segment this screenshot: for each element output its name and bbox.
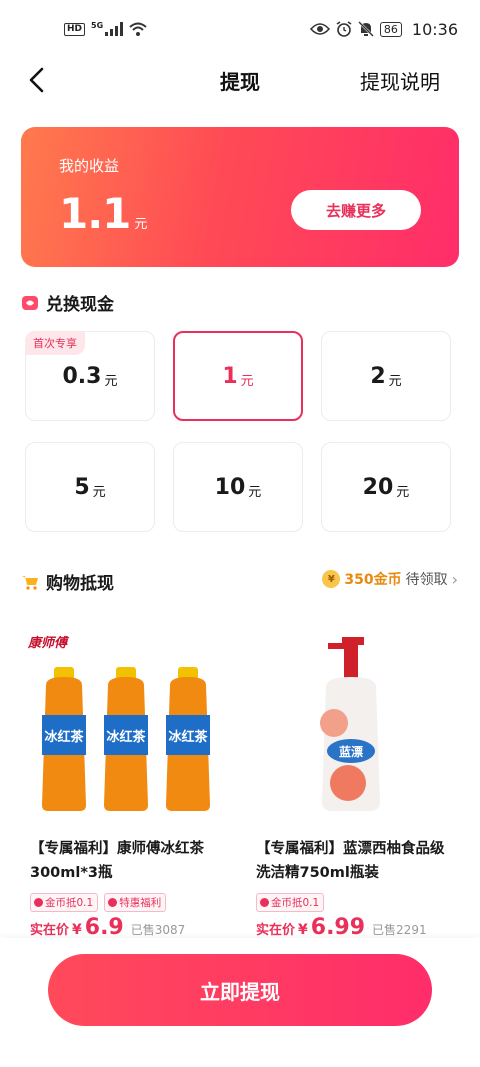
product-title: 【专属福利】康师傅冰红茶300ml*3瓶 bbox=[30, 841, 204, 881]
tag-text: 金币抵0.1 bbox=[271, 897, 320, 909]
hd-badge: HD bbox=[64, 22, 86, 36]
earnings-unit: 元 bbox=[134, 217, 148, 232]
option-value: 2 bbox=[370, 363, 386, 389]
alarm-icon bbox=[336, 21, 352, 37]
exchange-section-header: 兑换现金 bbox=[22, 290, 114, 315]
first-time-badge: 首次专享 bbox=[25, 331, 85, 355]
withdraw-now-button[interactable]: 立即提现 bbox=[48, 954, 432, 1026]
product-image-dish-soap: 蓝漂 bbox=[320, 637, 380, 811]
product-card[interactable]: 蓝漂 【专属福利】蓝漂西柚食品级洗洁精750ml瓶装 金币抵0.1 实在价 ¥ … bbox=[246, 605, 458, 945]
product-image-iced-tea: 康师傅 冰红茶 冰红茶 冰红茶 bbox=[27, 635, 210, 811]
cash-exchange-icon bbox=[22, 295, 38, 310]
product-title: 【专属福利】蓝漂西柚食品级洗洁精750ml瓶装 bbox=[256, 841, 445, 881]
brand-logo: 康师傅 bbox=[27, 635, 70, 651]
coin-deduct-tag: 金币抵0.1 bbox=[256, 893, 325, 912]
product-tags: 金币抵0.1 bbox=[256, 893, 325, 912]
earnings-value: 1.1 bbox=[59, 189, 131, 238]
coin-deduct-tag: 金币抵0.1 bbox=[30, 893, 99, 912]
option-unit: 元 bbox=[240, 373, 254, 389]
cash-option-5[interactable]: 5 元 bbox=[25, 442, 155, 532]
product-tags: 金币抵0.1 特惠福利 bbox=[30, 893, 167, 912]
coins-amount: 350金币 bbox=[344, 572, 402, 588]
option-unit: 元 bbox=[104, 373, 118, 389]
option-value: 1 bbox=[222, 363, 238, 389]
option-unit: 元 bbox=[248, 484, 262, 500]
wifi-icon bbox=[129, 22, 147, 36]
back-arrow-icon[interactable] bbox=[24, 65, 52, 95]
coin-icon: ¥ bbox=[322, 570, 341, 588]
option-value: 5 bbox=[74, 474, 90, 500]
currency-symbol: ¥ bbox=[298, 922, 308, 938]
shopping-section-header: 购物抵现 bbox=[22, 569, 114, 594]
cash-option-10[interactable]: 10 元 bbox=[173, 442, 303, 532]
earnings-label: 我的收益 bbox=[59, 157, 120, 175]
bottle-label: 冰红茶 bbox=[168, 729, 208, 745]
option-unit: 元 bbox=[396, 484, 410, 500]
special-offer-tag: 特惠福利 bbox=[104, 893, 167, 912]
eye-icon bbox=[309, 23, 330, 35]
price-row: 实在价 ¥ 6.99 已售2291 bbox=[256, 915, 427, 940]
price-value: 6.9 bbox=[84, 915, 124, 940]
nav-bar: 提现 提现说明 bbox=[0, 58, 480, 102]
battery-indicator: 86 bbox=[379, 21, 402, 37]
mute-icon bbox=[358, 21, 374, 37]
sold-count: 已售3087 bbox=[130, 923, 186, 937]
network-label: 5G bbox=[91, 20, 104, 30]
chevron-right-icon: › bbox=[451, 569, 458, 589]
coin-tag-icon bbox=[34, 898, 43, 907]
earnings-card: 我的收益 1.1 元 去赚更多 bbox=[21, 127, 459, 267]
tag-text: 金币抵0.1 bbox=[45, 897, 94, 909]
option-value: 10 bbox=[214, 474, 246, 500]
cash-option-0-3[interactable]: 首次专享 0.3 元 bbox=[25, 331, 155, 421]
status-right: 86 10:36 bbox=[309, 19, 458, 39]
coins-to-claim[interactable]: ¥ 350金币 待领取 › bbox=[322, 569, 458, 589]
price-label: 实在价 bbox=[256, 923, 296, 938]
option-value: 0.3 bbox=[62, 363, 102, 389]
tag-text: 特惠福利 bbox=[119, 897, 162, 909]
option-unit: 元 bbox=[92, 484, 106, 500]
cash-option-20[interactable]: 20 元 bbox=[321, 442, 451, 532]
exchange-section-title: 兑换现金 bbox=[46, 295, 114, 315]
cash-option-1[interactable]: 1 元 bbox=[173, 331, 303, 421]
coins-status: 待领取 bbox=[405, 572, 448, 588]
status-left: HD 5G bbox=[64, 20, 147, 36]
signal-icon bbox=[105, 22, 124, 36]
cash-option-2[interactable]: 2 元 bbox=[321, 331, 451, 421]
option-value: 20 bbox=[362, 474, 394, 500]
earnings-amount: 1.1 元 bbox=[59, 189, 147, 238]
sold-count: 已售2291 bbox=[372, 923, 427, 937]
status-bar: HD 5G 86 10:36 bbox=[0, 0, 480, 58]
withdraw-instructions-link[interactable]: 提现说明 bbox=[360, 66, 440, 95]
price-row: 实在价 ¥ 6.9 已售3087 bbox=[30, 915, 185, 940]
earn-more-button[interactable]: 去赚更多 bbox=[291, 190, 421, 230]
status-time: 10:36 bbox=[411, 19, 458, 39]
bottle-label: 蓝漂 bbox=[339, 744, 363, 759]
product-card[interactable]: 康师傅 冰红茶 冰红茶 冰红茶 【专属福利】康师傅冰红茶300ml*3瓶 金币抵… bbox=[20, 605, 232, 945]
coin-tag-icon bbox=[260, 898, 269, 907]
currency-symbol: ¥ bbox=[72, 922, 82, 938]
price-value: 6.99 bbox=[310, 915, 366, 940]
price-label: 实在价 bbox=[30, 923, 70, 938]
page-title: 提现 bbox=[220, 69, 260, 94]
bottle-label: 冰红茶 bbox=[44, 729, 84, 745]
option-unit: 元 bbox=[388, 373, 402, 389]
bottle-label: 冰红茶 bbox=[106, 729, 146, 745]
shopping-cart-icon bbox=[22, 575, 38, 590]
tag-icon bbox=[108, 898, 118, 907]
shopping-section-title: 购物抵现 bbox=[46, 574, 114, 594]
